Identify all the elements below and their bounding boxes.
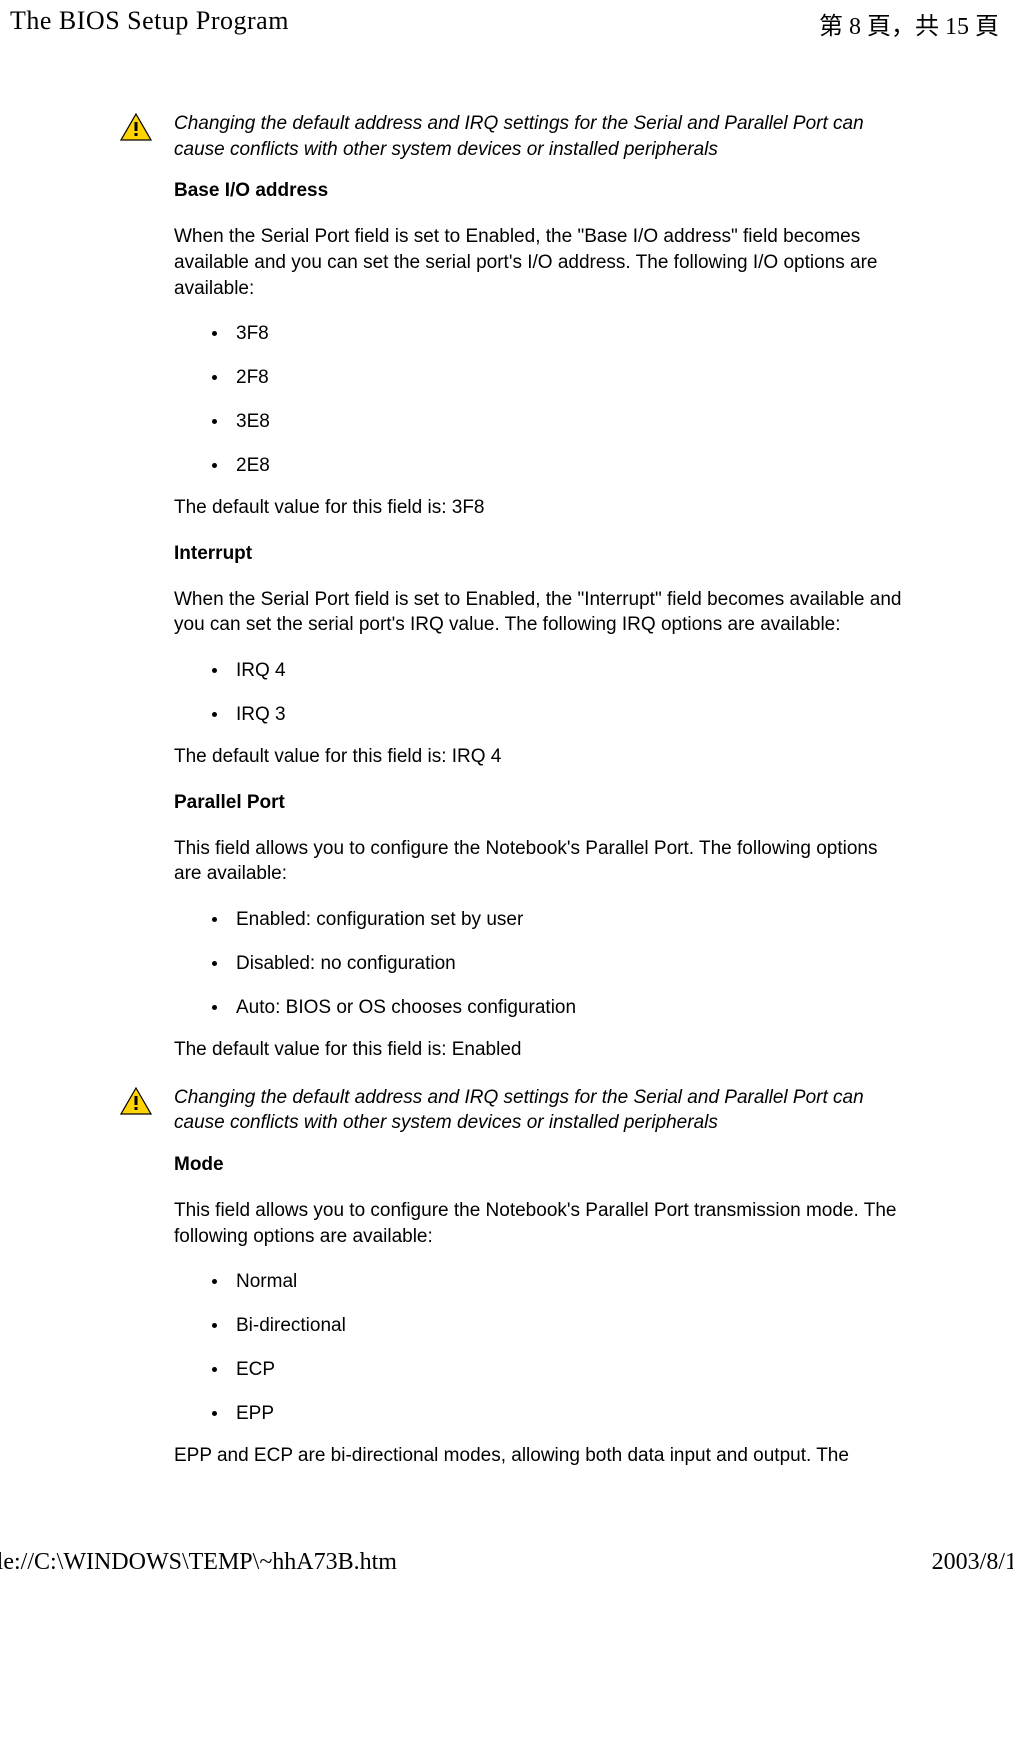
heading-base-io: Base I/O address (174, 180, 903, 202)
intro-base-io: When the Serial Port field is set to Ena… (174, 224, 903, 301)
warning-block: Changing the default address and IRQ set… (120, 111, 903, 1085)
list-item: IRQ 4 (212, 660, 903, 682)
list-item: 2E8 (212, 455, 903, 477)
list-interrupt: IRQ 4 IRQ 3 (174, 660, 903, 726)
page-header: The BIOS Setup Program 第 8 頁，共 15 頁 (0, 0, 1013, 41)
footer-date: 2003/8/15 (932, 1549, 1013, 1576)
heading-mode: Mode (174, 1154, 903, 1176)
default-base-io: The default value for this field is: 3F8 (174, 495, 903, 521)
page-content: Changing the default address and IRQ set… (0, 41, 1013, 1489)
intro-parallel: This field allows you to configure the N… (174, 836, 903, 887)
list-mode: Normal Bi-directional ECP EPP (174, 1271, 903, 1425)
warning-text: Changing the default address and IRQ set… (174, 111, 903, 162)
doc-title: The BIOS Setup Program (10, 6, 289, 36)
list-item: Enabled: configuration set by user (212, 909, 903, 931)
list-item: 3E8 (212, 411, 903, 433)
warning-text: Changing the default address and IRQ set… (174, 1085, 903, 1136)
list-base-io: 3F8 2F8 3E8 2E8 (174, 323, 903, 477)
outro-mode: EPP and ECP are bi-directional modes, al… (174, 1443, 903, 1469)
page-footer: file://C:\WINDOWS\TEMP\~hhA73B.htm 2003/… (0, 1489, 1013, 1576)
list-item: 2F8 (212, 367, 903, 389)
list-item: IRQ 3 (212, 704, 903, 726)
warning-block: Changing the default address and IRQ set… (120, 1085, 903, 1469)
intro-mode: This field allows you to configure the N… (174, 1198, 903, 1249)
default-parallel: The default value for this field is: Ena… (174, 1037, 903, 1063)
default-interrupt: The default value for this field is: IRQ… (174, 744, 903, 770)
list-item: ECP (212, 1359, 903, 1381)
page-indicator: 第 8 頁，共 15 頁 (819, 6, 999, 41)
list-item: Bi-directional (212, 1315, 903, 1337)
list-item: Disabled: no configuration (212, 953, 903, 975)
intro-interrupt: When the Serial Port field is set to Ena… (174, 587, 903, 638)
list-item: Normal (212, 1271, 903, 1293)
list-item: 3F8 (212, 323, 903, 345)
warning-icon-cell (120, 1085, 174, 1121)
heading-parallel: Parallel Port (174, 792, 903, 814)
footer-path: file://C:\WINDOWS\TEMP\~hhA73B.htm (0, 1549, 397, 1576)
list-item: EPP (212, 1403, 903, 1425)
list-parallel: Enabled: configuration set by user Disab… (174, 909, 903, 1019)
warning-icon (120, 113, 152, 141)
heading-interrupt: Interrupt (174, 543, 903, 565)
list-item: Auto: BIOS or OS chooses configuration (212, 997, 903, 1019)
warning-icon-cell (120, 111, 174, 147)
warning-icon (120, 1087, 152, 1115)
